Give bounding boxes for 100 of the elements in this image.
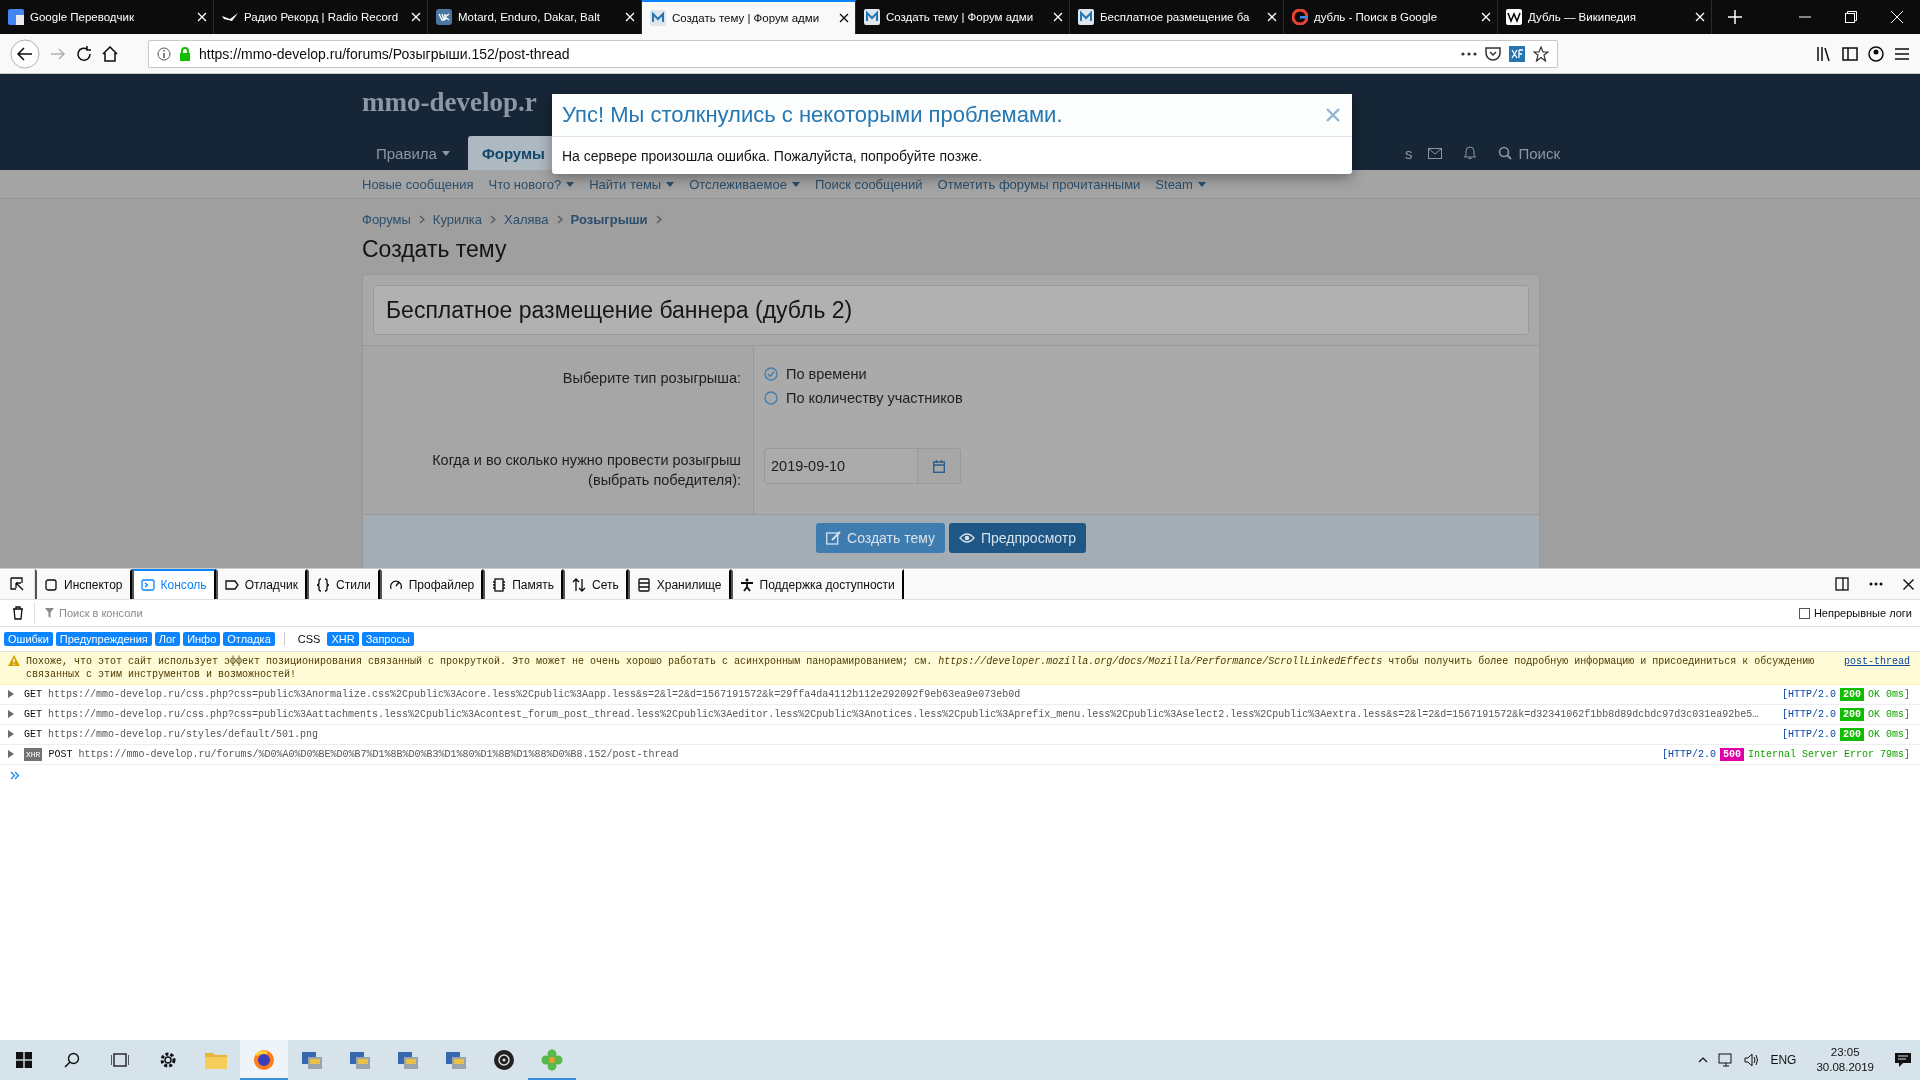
network-icon[interactable] [1718,1053,1735,1067]
filter-button[interactable]: Предупреждения [55,632,152,646]
library-icon[interactable] [1816,45,1832,62]
braces-icon [316,578,331,592]
radio-checked-icon[interactable] [764,367,778,381]
request-url[interactable]: https://mmo-develop.ru/forums/%D0%A0%D0%BE%D0%B7%D1%8B%D0%B3%D1%80%D1%8B%D1%88%D0%B8.152/post-thread [78,748,1656,761]
radio-icon[interactable] [764,391,778,405]
clover-icon [541,1049,563,1071]
filter-button[interactable]: XHR [327,632,359,646]
devtools-tab[interactable]: Отладчик [215,569,308,599]
devtools-tab[interactable]: Поддержка доступности [730,569,904,599]
request-method: POST [48,748,73,761]
devtools-tab[interactable]: Хранилище [627,569,731,599]
nav-tab[interactable]: Правила [362,136,464,170]
address-field[interactable]: https://mmo-develop.ru/forums/Розыгрыши.152/post-thread [148,39,1558,68]
taskbar-button[interactable] [240,1040,288,1080]
filter-button[interactable]: Ошибки [4,632,53,646]
home-icon[interactable] [102,45,118,62]
title-field[interactable]: Бесплатное размещение баннера (дубль 2) [373,285,1529,335]
prompt-icon[interactable] [10,771,20,780]
picker-icon[interactable] [10,577,24,591]
star-icon[interactable] [1533,45,1549,62]
date-field[interactable]: 2019-09-10 [764,448,961,484]
more-icon[interactable] [1869,582,1883,586]
restore-icon[interactable] [1845,11,1857,23]
back-icon[interactable] [10,38,40,69]
browser-icon [253,1049,275,1071]
plus-icon[interactable] [1728,10,1742,24]
radio-label: По количеству участников [786,390,963,406]
close-icon[interactable] [839,13,849,23]
console-search-field[interactable]: Поиск в консоли [59,607,359,619]
notification-icon[interactable] [1894,1052,1912,1068]
caret-icon [791,181,800,187]
volume-icon[interactable] [1744,1053,1761,1067]
devtools-tab[interactable]: Стили [307,569,380,599]
sidebar-icon[interactable] [1842,45,1858,62]
browser-tab[interactable]: Создать тему | Форум адми [642,0,856,34]
trash-icon[interactable] [12,606,24,620]
reload-icon[interactable] [76,45,92,62]
gear-icon [158,1050,178,1070]
expand-icon[interactable] [8,710,14,718]
forum-icon [650,10,666,26]
expand-icon[interactable] [8,730,14,738]
lock-icon[interactable] [179,46,191,61]
status-text: OK 0ms] [1868,688,1910,701]
devtools-tab[interactable]: Память [483,569,564,599]
preview-button[interactable]: Предпросмотр [949,523,1086,553]
status-text: OK 0ms] [1868,708,1910,721]
status-badge: 500 [1719,748,1744,761]
warning-message: Похоже, что этот сайт использует эффект позиционирования связанный с прокруткой. Это может не очень хорошо работать с асинхронным панорамированием; см. https://developer.mozilla.org/docs/Mozilla/Performance/ScrollLinkedEffects чтобы получить более подробную информацию и присоединиться к обсуждению связанных с этим инструментов и возможностей! [26,655,1816,681]
bell-icon[interactable] [1464,146,1477,160]
protocol-link[interactable]: [HTTP/2.0 [1781,708,1836,721]
account-icon[interactable] [1868,45,1884,62]
dialog-message: На сервере произошла ошибка. Пожалуйста, попробуйте позже. [561,147,984,166]
checkbox[interactable] [1798,607,1810,619]
protocol-link[interactable]: [HTTP/2.0 [1781,728,1836,741]
menu-icon[interactable] [1894,46,1910,61]
request-url[interactable]: https://mmo-develop.ru/styles/default/501.png [48,728,1776,741]
filter-button[interactable]: Отладка [223,632,275,646]
request-url[interactable]: https://mmo-develop.ru/css.php?css=public%3Aattachments.less%2Cpublic%3Acontest_forum_post_thread.less%2Cpublic%3Aeditor.less%2Cpublic%3Anotices.less%2Cpublic%3Aprefix_menu.less%2Cpublic%3Aselect2.less%2Cpublic%3Aextra.less&s=2&l=2&d=1567191572&k=d32341062f1bb8d89dcbdc97d3c031ea92be5… [48,708,1776,721]
search-icon[interactable] [64,1052,80,1068]
clock-date[interactable]: 30.08.2019 [1816,1060,1874,1075]
status-text: OK 0ms] [1868,728,1910,741]
request-url[interactable]: https://mmo-develop.ru/css.php?css=public%3Anormalize.css%2Cpublic%3Acore.less%2Cpublic%3Aapp.less&s=2&l=2&d=1567191572&k=29ffa4da4112b112e292092f9eb63ea9e073eb0d [48,688,1776,701]
task-view-icon[interactable] [111,1052,129,1068]
filter-button[interactable]: Запросы [361,632,414,646]
app-icon [445,1049,467,1071]
source-link[interactable]: post-thread [1844,655,1910,668]
close-icon[interactable] [1903,578,1914,590]
extension-icon[interactable] [1509,45,1525,62]
status-badge: 200 [1839,708,1864,721]
filter-button[interactable]: Лог [154,632,181,646]
calendar-icon[interactable] [933,459,945,473]
filter-button[interactable]: CSS [293,632,325,646]
protocol-link[interactable]: [HTTP/2.0 [1661,748,1716,761]
status-badge: 200 [1839,688,1864,701]
mail-icon[interactable] [1428,147,1443,159]
subnav-link[interactable]: Новые сообщения [362,176,474,192]
devtools-tab[interactable]: Консоль [131,569,216,599]
subnav-link[interactable]: Что нового? [488,176,575,192]
windows-icon[interactable] [16,1052,32,1068]
request-method: GET [24,728,42,741]
language-indicator[interactable]: ENG [1770,1053,1797,1067]
chevron-up-icon[interactable] [1698,1057,1709,1063]
clock-time[interactable]: 23:05 [1830,1045,1860,1060]
filter-button[interactable]: Инфо [183,632,221,646]
expand-icon[interactable] [8,750,14,758]
protocol-link[interactable]: [HTTP/2.0 [1781,688,1836,701]
devtools-tab[interactable]: Сеть [563,569,628,599]
expand-icon[interactable] [8,690,14,698]
search-link[interactable]: Поиск [1498,144,1560,162]
pocket-icon[interactable] [1485,45,1501,62]
dock-icon[interactable] [1835,577,1849,591]
folder-icon [205,1051,227,1069]
chevron-icon [655,215,662,224]
info-icon[interactable] [157,46,171,61]
more-icon[interactable] [1461,51,1477,56]
devtools-tab[interactable]: Профайлер [379,569,484,599]
storage-icon [636,578,651,592]
wiki-icon [1506,9,1522,25]
